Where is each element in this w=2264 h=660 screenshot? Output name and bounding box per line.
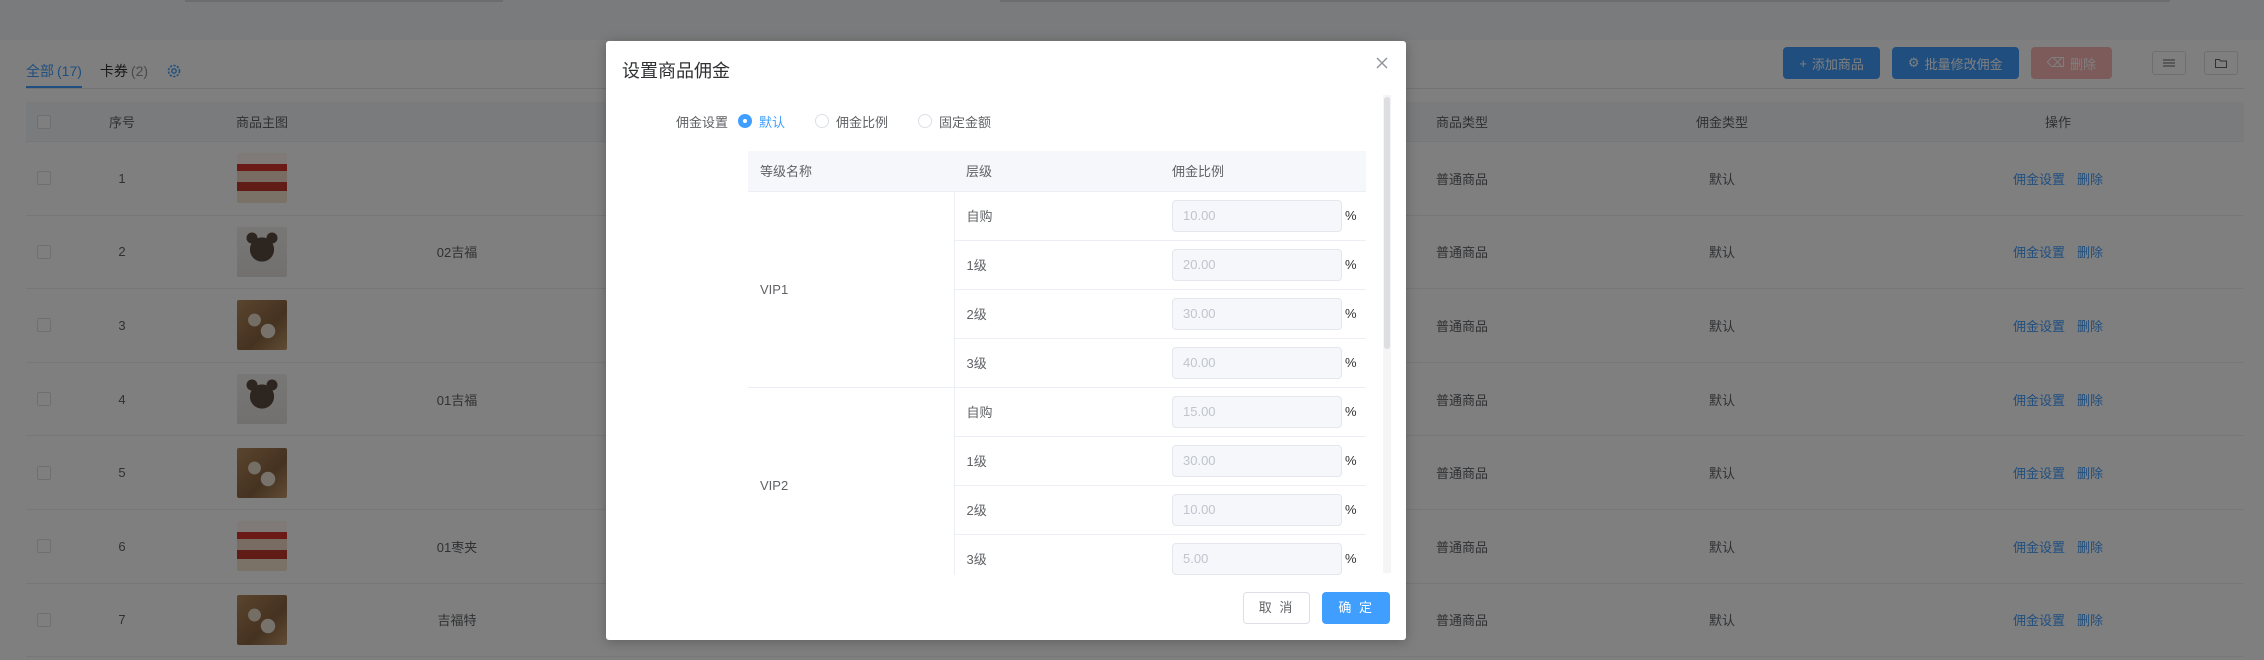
rate-input[interactable]: 20.00 [1172,248,1342,281]
cancel-button[interactable]: 取 消 [1242,592,1311,624]
rate-input[interactable]: 40.00 [1172,346,1342,379]
percent-sign: % [1345,502,1357,517]
radio-label: 固定金额 [939,114,992,130]
percent-sign: % [1345,453,1357,468]
tier-label: 2级 [954,289,1160,339]
level-name: VIP2 [748,387,955,575]
tier-label: 2级 [954,485,1160,535]
percent-sign: % [1345,404,1357,419]
dialog-body: 佣金设置 默认 佣金比例 固定金额 等级名称 层级 佣金比例 VIP1 自购 10.… [606,95,1406,575]
confirm-button[interactable]: 确 定 [1322,592,1390,624]
header-rate: 佣金比例 [1160,151,1366,192]
header-tier: 层级 [954,151,1160,192]
percent-sign: % [1345,257,1357,272]
scrollbar[interactable] [1384,97,1390,349]
radio-dot [738,114,752,128]
commission-setting-row: 佣金设置 默认 佣金比例 固定金额 [606,111,1021,131]
tier-label: 自购 [954,387,1160,437]
rate-input[interactable]: 10.00 [1172,493,1342,526]
close-icon[interactable] [1374,55,1390,71]
radio-default[interactable]: 默认 [738,112,785,131]
percent-sign: % [1345,355,1357,370]
rate-row: VIP2 自购 15.00% [748,387,1366,575]
header-level-name: 等级名称 [748,151,954,192]
rate-input[interactable]: 10.00 [1172,199,1342,232]
tier-label: 自购 [954,191,1160,241]
commission-rate-table: 等级名称 层级 佣金比例 VIP1 自购 10.00% 1级 20.00% 2级 30.00… [748,151,1366,575]
percent-sign: % [1345,208,1357,223]
tier-label: 1级 [954,240,1160,290]
rate-input[interactable]: 15.00 [1172,395,1342,428]
dialog-footer: 取 消 确 定 [1242,592,1390,624]
radio-label: 默认 [759,114,786,130]
tier-label: 3级 [954,534,1160,575]
rate-input[interactable]: 30.00 [1172,444,1342,477]
radio-label: 佣金比例 [836,114,889,130]
commission-dialog: 设置商品佣金 佣金设置 默认 佣金比例 固定金额 等级名称 层级 佣金比例 VI… [606,41,1406,640]
dialog-title: 设置商品佣金 [622,61,730,81]
radio-dot [918,114,933,128]
tier-label: 3级 [954,338,1160,388]
radio-ratio[interactable]: 佣金比例 [815,112,888,131]
level-name: VIP1 [748,191,955,388]
rate-input[interactable]: 5.00 [1172,542,1342,575]
form-label: 佣金设置 [675,114,728,130]
radio-fixed-amount[interactable]: 固定金额 [918,112,991,131]
percent-sign: % [1345,551,1357,566]
rate-input[interactable]: 30.00 [1172,297,1342,330]
tier-label: 1级 [954,436,1160,486]
radio-dot [815,114,830,128]
rate-row: VIP1 自购 10.00% [748,191,1366,388]
percent-sign: % [1345,306,1357,321]
